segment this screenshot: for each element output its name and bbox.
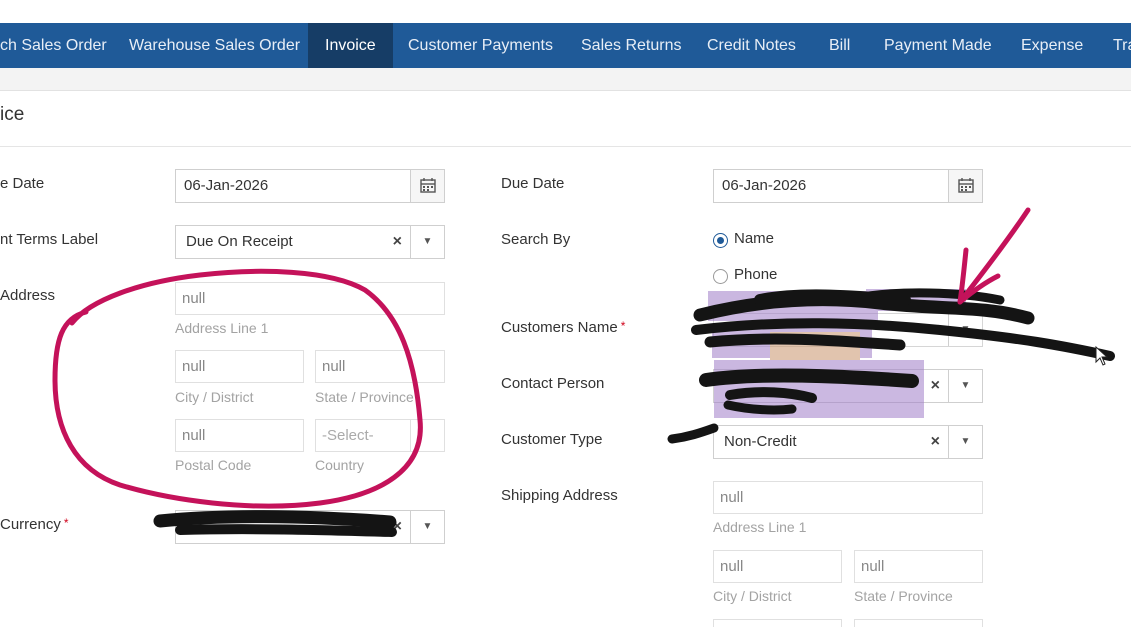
clear-icon[interactable]: × [931,370,940,402]
nav-sales-returns[interactable]: Sales Returns [564,23,699,68]
contact-person-select[interactable]: × ▼ [713,369,983,403]
nav-bill[interactable]: Bill [812,23,867,68]
payment-terms-value: Due On Receipt [186,233,293,250]
currency-label-text: Currency [0,516,61,533]
payment-terms-select[interactable]: Due On Receipt × ▼ [175,225,445,259]
ship-state-input[interactable]: null [854,550,983,583]
ship-city-input[interactable]: null [713,550,842,583]
ship-country-select[interactable] [854,619,983,627]
title-divider [0,146,1131,147]
due-date-field[interactable]: 06-Jan-2026 [713,169,983,203]
address-line1-hint: Address Line 1 [175,320,269,336]
address-line1-value: null [182,290,206,307]
search-by-label: Search By [501,231,571,248]
city-input[interactable]: null [175,350,304,383]
page-title: ice [0,104,25,125]
address-line1-input[interactable]: null [175,282,445,315]
top-strip [0,0,1131,23]
country-select[interactable]: -Select- [315,419,445,452]
customer-type-label: Customer Type [501,431,603,448]
clear-icon[interactable]: × [931,314,940,346]
nav-payment-made[interactable]: Payment Made [867,23,1009,68]
payment-terms-label: nt Terms Label [0,231,99,248]
calendar-icon[interactable] [410,170,444,202]
ship-city-hint: City / District [713,588,792,604]
customer-type-select[interactable]: Non-Credit × ▼ [713,425,983,459]
sub-bar [0,68,1131,91]
calendar-icon[interactable] [948,170,982,202]
invoice-date-label: e Date [0,175,45,192]
due-date-label: Due Date [501,175,565,192]
search-by-name-label: Name [734,230,775,247]
nav-expense[interactable]: Expense [1004,23,1100,68]
customers-name-select[interactable]: × ▼ [713,313,983,347]
shipping-address-label: Shipping Address [501,487,618,504]
nav-batch-sales-order[interactable]: ch Sales Order [0,23,124,68]
ship-state-value: null [861,558,885,575]
country-dropdown[interactable] [410,420,444,451]
ship-city-value: null [720,558,744,575]
nav-invoice[interactable]: Invoice [308,23,393,68]
state-input[interactable]: null [315,350,445,383]
customers-name-label-text: Customers Name [501,319,618,336]
state-value: null [322,358,346,375]
ship-postal-input[interactable] [713,619,842,627]
postal-code-value: null [182,427,206,444]
clear-icon[interactable]: × [393,226,402,258]
nav-customer-payments[interactable]: Customer Payments [391,23,570,68]
search-by-name-radio[interactable] [713,233,728,248]
currency-label: Currency * [0,516,69,533]
invoice-date-value: 06-Jan-2026 [184,177,269,194]
country-hint: Country [315,457,365,473]
nav-credit-notes[interactable]: Credit Notes [690,23,813,68]
due-date-value: 06-Jan-2026 [722,177,807,194]
ship-address-line1-value: null [720,489,744,506]
chevron-down-icon[interactable]: ▼ [948,314,982,346]
clear-icon[interactable]: × [931,426,940,458]
search-by-phone-radio[interactable] [713,269,728,284]
nav-transfer[interactable]: Tra [1096,23,1131,68]
state-hint: State / Province [315,389,414,405]
ship-address-line1-hint: Address Line 1 [713,519,807,535]
main-nav: ch Sales Order Warehouse Sales Order Inv… [0,23,1131,68]
nav-warehouse-sales-order[interactable]: Warehouse Sales Order [112,23,317,68]
chevron-down-icon[interactable]: ▼ [410,511,444,543]
search-by-phone-label: Phone [734,266,778,283]
country-value: -Select- [322,427,374,444]
chevron-down-icon[interactable]: ▼ [948,370,982,402]
required-mark: * [620,319,626,333]
customers-name-label: Customers Name * [501,319,625,336]
clear-icon[interactable]: × [393,511,402,543]
city-value: null [182,358,206,375]
ship-address-line1-input[interactable]: null [713,481,983,514]
required-mark: * [63,516,69,530]
contact-person-label: Contact Person [501,375,605,392]
annotation-arrow [957,207,1031,305]
invoice-date-field[interactable]: 06-Jan-2026 [175,169,445,203]
mouse-cursor-icon [1095,345,1109,366]
postal-code-input[interactable]: null [175,419,304,452]
chevron-down-icon[interactable]: ▼ [948,426,982,458]
billing-address-label: Address [0,287,56,304]
currency-select[interactable]: × ▼ [175,510,445,544]
customer-type-value: Non-Credit [724,433,797,450]
postal-code-hint: Postal Code [175,457,252,473]
city-hint: City / District [175,389,254,405]
ship-state-hint: State / Province [854,588,953,604]
chevron-down-icon[interactable]: ▼ [410,226,444,258]
